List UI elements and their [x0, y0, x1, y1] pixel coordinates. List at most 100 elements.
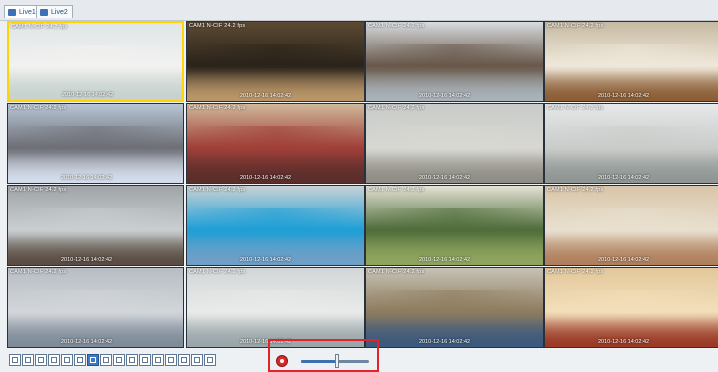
scene-band — [366, 44, 543, 68]
camera-label: CAM1 N-CIF 24.2 fps — [189, 269, 246, 275]
camera-tile[interactable]: CAM1 N-CIF 24.2 fps 2010-12-16 14:02:42 — [365, 185, 544, 266]
fullscreen-button[interactable] — [204, 354, 216, 366]
camera-timestamp: 2010-12-16 14:02:42 — [240, 257, 292, 263]
camera-timestamp: 2010-12-16 14:02:42 — [61, 339, 113, 345]
camera-timestamp: 2010-12-16 14:02:42 — [598, 93, 650, 99]
scene-band — [187, 126, 364, 150]
tab-live2[interactable]: Live2 — [36, 5, 73, 18]
tab-label: Live1 — [19, 8, 36, 16]
record-icon[interactable] — [276, 355, 288, 367]
layout-6-button[interactable] — [35, 354, 47, 366]
camera-tile[interactable]: CAM1 N-CIF 24.2 fps 2010-12-16 14:02:42 — [186, 185, 365, 266]
camera-label: CAM1 N-CIF 24.2 fps — [10, 105, 67, 111]
layout-40-button[interactable] — [152, 354, 164, 366]
camera-label: CAM1 N-CIF 24.2 fps — [368, 23, 425, 29]
camera-label: CAM1 N-CIF 24.2 fps — [10, 187, 67, 193]
layout-grid-icon — [194, 357, 200, 363]
scene-band — [545, 290, 718, 314]
layout-grid-icon — [142, 357, 148, 363]
layout-grid-icon — [38, 357, 44, 363]
camera-timestamp: 2010-12-16 14:02:42 — [598, 175, 650, 181]
layout-grid-icon — [25, 357, 31, 363]
layout-grid-icon — [207, 357, 213, 363]
volume-thumb[interactable] — [335, 354, 340, 368]
scene-band — [187, 290, 364, 314]
camera-tile[interactable]: CAM1 N-CIF 24.2 fps 2010-12-16 14:02:42 — [7, 267, 184, 348]
scene-band — [366, 290, 543, 314]
layout-20-button[interactable] — [100, 354, 112, 366]
scene-band — [8, 290, 183, 314]
scene-band — [545, 44, 718, 68]
layout-grid-icon — [116, 357, 122, 363]
rotate-layout-button[interactable] — [191, 354, 203, 366]
layout-36-button[interactable] — [139, 354, 151, 366]
camera-label: CAM1 N-CIF 24.2 fps — [547, 187, 604, 193]
camera-tile[interactable]: CAM1 N-CIF 24.2 fps 2010-12-16 14:02:42 — [7, 185, 184, 266]
layout-4-button[interactable] — [22, 354, 34, 366]
layout-grid-icon — [181, 357, 187, 363]
camera-label: CAM1 N-CIF 24.2 fps — [547, 105, 604, 111]
layout-1-button[interactable] — [9, 354, 21, 366]
camera-tile[interactable]: CAM1 N-CIF 24.2 fps 2010-12-16 14:02:42 — [544, 21, 718, 102]
camera-label: CAM1 N-CIF 24.2 fps — [10, 269, 67, 275]
layout-25-button[interactable] — [113, 354, 125, 366]
layout-grid-icon — [12, 357, 18, 363]
layout-64-button[interactable] — [178, 354, 190, 366]
camera-timestamp: 2010-12-16 14:02:42 — [419, 175, 471, 181]
camera-label: CAM1 N-CIF 24.2 fps — [11, 24, 68, 30]
layout-10-button[interactable] — [74, 354, 86, 366]
camera-label: CAM1 N-CIF 24.2 fps — [368, 187, 425, 193]
camera-tile[interactable]: CAM1 N-CIF 24.2 fps 2010-12-16 14:02:42 — [7, 103, 184, 184]
camera-timestamp: 2010-12-16 14:02:42 — [598, 257, 650, 263]
camera-tile[interactable]: CAM1 N-CIF 24.2 fps 2010-12-16 14:02:42 — [186, 267, 365, 348]
layout-grid-icon — [77, 357, 83, 363]
camera-label: CAM1 N-CIF 24.2 fps — [547, 23, 604, 29]
camera-timestamp: 2010-12-16 14:02:42 — [61, 257, 113, 263]
camera-timestamp: 2010-12-16 14:02:42 — [419, 257, 471, 263]
layout-16-button[interactable] — [87, 354, 99, 366]
layout-grid-icon — [168, 357, 174, 363]
camera-tile[interactable]: CAM1 N-CIF 24.2 fps 2010-12-16 14:02:42 — [544, 267, 718, 348]
camera-tile[interactable]: CAM1 N-CIF 24.2 fps 2010-12-16 14:02:42 — [365, 103, 544, 184]
camera-timestamp: 2010-12-16 14:02:42 — [61, 175, 113, 181]
camera-tile[interactable]: CAM1 N-CIF 24.2 fps 2010-12-16 14:02:42 — [7, 21, 184, 102]
layout-grid-icon — [129, 357, 135, 363]
camera-timestamp: 2010-12-16 14:02:42 — [598, 339, 650, 345]
scene-band — [187, 44, 364, 68]
camera-tile[interactable]: CAM1 N-CIF 24.2 fps 2010-12-16 14:02:42 — [544, 103, 718, 184]
camera-tile[interactable]: CAM1 N-CIF 24.2 fps 2010-12-16 14:02:42 — [186, 21, 365, 102]
volume-slider[interactable] — [301, 354, 369, 368]
scene-band — [366, 208, 543, 232]
camera-label: CAM1 N-CIF 24.2 fps — [189, 105, 246, 111]
camera-tile[interactable]: CAM1 N-CIF 24.2 fps 2010-12-16 14:02:42 — [544, 185, 718, 266]
layout-8-button[interactable] — [48, 354, 60, 366]
layout-grid-icon — [103, 357, 109, 363]
layout-grid-icon — [64, 357, 70, 363]
camera-timestamp: 2010-12-16 14:02:42 — [62, 92, 114, 98]
camera-timestamp: 2010-12-16 14:02:42 — [419, 93, 471, 99]
camera-label: CAM1 N-CIF 24.2 fps — [189, 23, 246, 29]
layout-grid-icon — [90, 357, 96, 363]
layout-9-button[interactable] — [61, 354, 73, 366]
scene-band — [9, 44, 182, 68]
scene-band — [545, 126, 718, 150]
camera-grid: CAM1 N-CIF 24.2 fps 2010-12-16 14:02:42 … — [7, 21, 718, 348]
camera-label: CAM1 N-CIF 24.2 fps — [547, 269, 604, 275]
scene-band — [545, 208, 718, 232]
scene-band — [8, 126, 183, 150]
layout-32-button[interactable] — [126, 354, 138, 366]
camera-tile[interactable]: CAM1 N-CIF 24.2 fps 2010-12-16 14:02:42 — [365, 267, 544, 348]
layout-48-button[interactable] — [165, 354, 177, 366]
camera-label: CAM1 N-CIF 24.2 fps — [189, 187, 246, 193]
camera-timestamp: 2010-12-16 14:02:42 — [240, 93, 292, 99]
camera-tile[interactable]: CAM1 N-CIF 24.2 fps 2010-12-16 14:02:42 — [186, 103, 365, 184]
layout-grid-icon — [51, 357, 57, 363]
camera-tile[interactable]: CAM1 N-CIF 24.2 fps 2010-12-16 14:02:42 — [365, 21, 544, 102]
camera-label: CAM1 N-CIF 24.2 fps — [368, 105, 425, 111]
camera-timestamp: 2010-12-16 14:02:42 — [240, 175, 292, 181]
tab-bar: Live1 Live2 — [0, 0, 718, 21]
tab-label: Live2 — [51, 8, 68, 16]
monitor-icon — [40, 8, 48, 16]
monitor-icon — [8, 8, 16, 16]
scene-band — [187, 208, 364, 232]
